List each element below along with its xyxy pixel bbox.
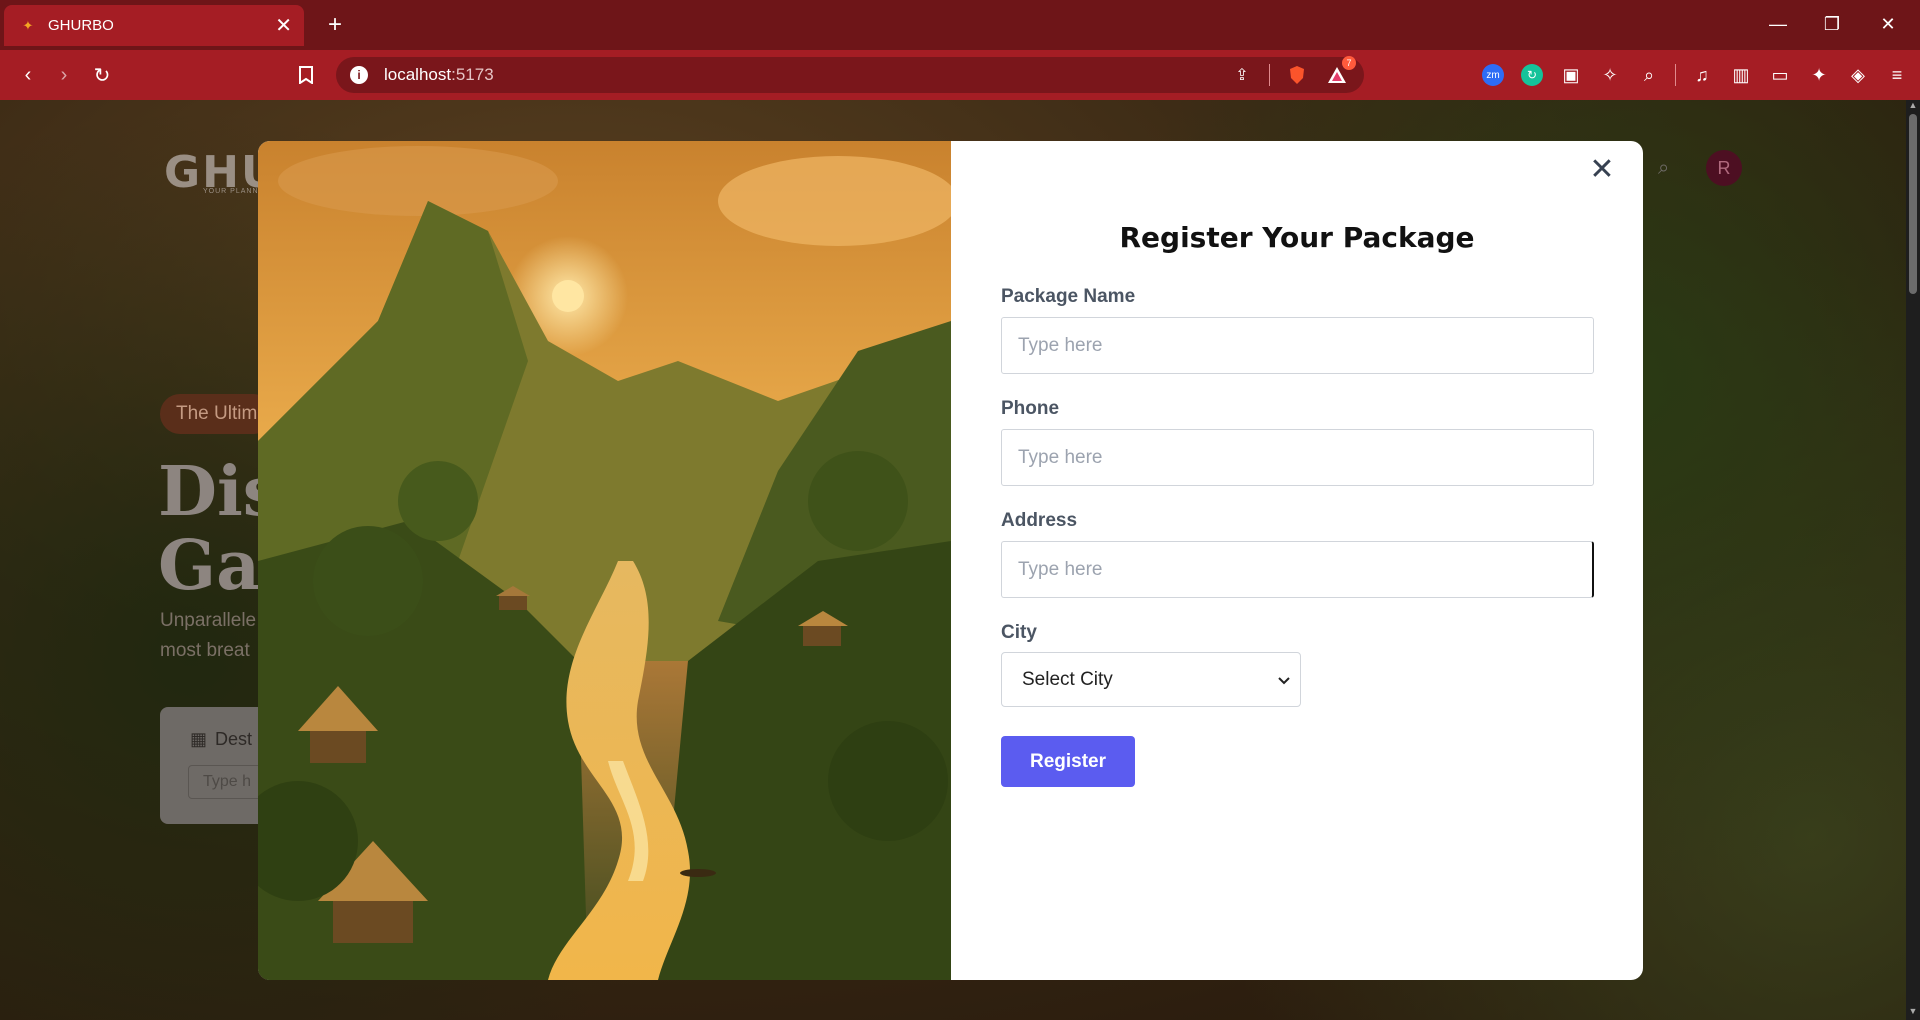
- register-package-modal: ✕ Register Your Package Package Name Pho…: [258, 141, 1643, 980]
- package-name-input[interactable]: [1001, 317, 1594, 374]
- image-extension-icon[interactable]: ▣: [1558, 62, 1584, 88]
- chevron-down-icon: [1278, 669, 1290, 691]
- hero-subtitle-line2: most breat: [160, 640, 250, 661]
- phone-label: Phone: [1001, 398, 1060, 419]
- search-icon: ⌕: [1658, 157, 1670, 179]
- search-card-label: ▦ Dest: [190, 729, 252, 750]
- register-form: ✕ Register Your Package Package Name Pho…: [951, 141, 1643, 980]
- city-label: City: [1001, 622, 1037, 643]
- restore-icon[interactable]: ❐: [1812, 8, 1852, 40]
- register-button[interactable]: Register: [1001, 736, 1135, 787]
- sidebar-icon[interactable]: ▥: [1728, 62, 1754, 88]
- scroll-up-icon[interactable]: ▲: [1906, 100, 1920, 114]
- divider: [1675, 64, 1676, 86]
- page-scrollbar[interactable]: ▲ ▼: [1906, 100, 1920, 1020]
- site-info-icon[interactable]: i: [350, 66, 368, 84]
- share-icon[interactable]: ⇪: [1229, 62, 1255, 88]
- modal-title: Register Your Package: [1119, 221, 1475, 254]
- bookmark-icon[interactable]: [290, 59, 322, 91]
- avatar: R: [1706, 150, 1742, 186]
- window-close-icon[interactable]: ✕: [1868, 8, 1908, 40]
- phone-input[interactable]: [1001, 429, 1594, 486]
- divider: [1269, 64, 1270, 86]
- calendar-icon: ▦: [190, 729, 208, 749]
- screenshot-icon[interactable]: ⌕: [1636, 62, 1662, 88]
- browser-toolbar: ‹ › ↻ i localhost:5173 ⇪ 7 zm ↻ ▣ ✧ ⌕ ♫ …: [0, 50, 1920, 100]
- music-icon[interactable]: ♫: [1689, 62, 1715, 88]
- scrollbar-thumb[interactable]: [1909, 114, 1917, 294]
- brave-shield-icon[interactable]: [1284, 62, 1310, 88]
- address-label: Address: [1001, 510, 1078, 531]
- hero-pill: The Ultim: [160, 394, 274, 434]
- url-port: :5173: [451, 65, 494, 84]
- rewards-badge: 7: [1342, 56, 1356, 70]
- address-input[interactable]: [1001, 541, 1594, 598]
- hero-subtitle-line1: Unparallele: [160, 610, 257, 631]
- browser-tab[interactable]: ✦ GHURBO ✕: [4, 5, 304, 46]
- tab-close-icon[interactable]: ✕: [275, 13, 292, 38]
- hero-subtitle: Unparallele most breat: [160, 606, 256, 666]
- leo-ai-icon[interactable]: ✦: [1806, 62, 1832, 88]
- landscape-illustration: [258, 141, 951, 980]
- close-icon[interactable]: ✕: [1588, 153, 1616, 186]
- brave-rewards-icon[interactable]: 7: [1324, 56, 1356, 88]
- new-tab-icon[interactable]: +: [320, 10, 350, 40]
- address-bar[interactable]: i localhost:5173 ⇪ 7: [336, 56, 1364, 93]
- reload-icon[interactable]: ↻: [86, 59, 118, 91]
- forward-icon[interactable]: ›: [48, 59, 80, 91]
- address-bar-actions: ⇪ 7: [1229, 56, 1356, 90]
- site-favicon-icon: ✦: [22, 17, 34, 33]
- back-icon[interactable]: ‹: [12, 59, 44, 91]
- package-name-label: Package Name: [1001, 286, 1136, 307]
- search-card-label-text: Dest: [215, 729, 253, 749]
- vpn-icon[interactable]: ◈: [1845, 62, 1871, 88]
- browser-tabbar: ✦ GHURBO ✕ + — ❐ ✕: [0, 0, 1920, 50]
- city-select[interactable]: Select City: [1001, 652, 1301, 707]
- extension-icons: zm ↻ ▣ ✧ ⌕ ♫ ▥ ▭ ✦ ◈ ≡: [1480, 62, 1910, 88]
- scroll-down-icon[interactable]: ▼: [1906, 1006, 1920, 1020]
- menu-icon[interactable]: ≡: [1884, 62, 1910, 88]
- puzzle-extensions-icon[interactable]: ✧: [1597, 62, 1623, 88]
- city-select-value: Select City: [1022, 668, 1113, 690]
- tab-title: GHURBO: [48, 17, 114, 34]
- zoom-extension-icon[interactable]: zm: [1480, 62, 1506, 88]
- grammar-extension-icon[interactable]: ↻: [1519, 62, 1545, 88]
- minimize-icon[interactable]: —: [1758, 8, 1798, 40]
- wallet-icon[interactable]: ▭: [1767, 62, 1793, 88]
- url-host: localhost: [384, 65, 452, 84]
